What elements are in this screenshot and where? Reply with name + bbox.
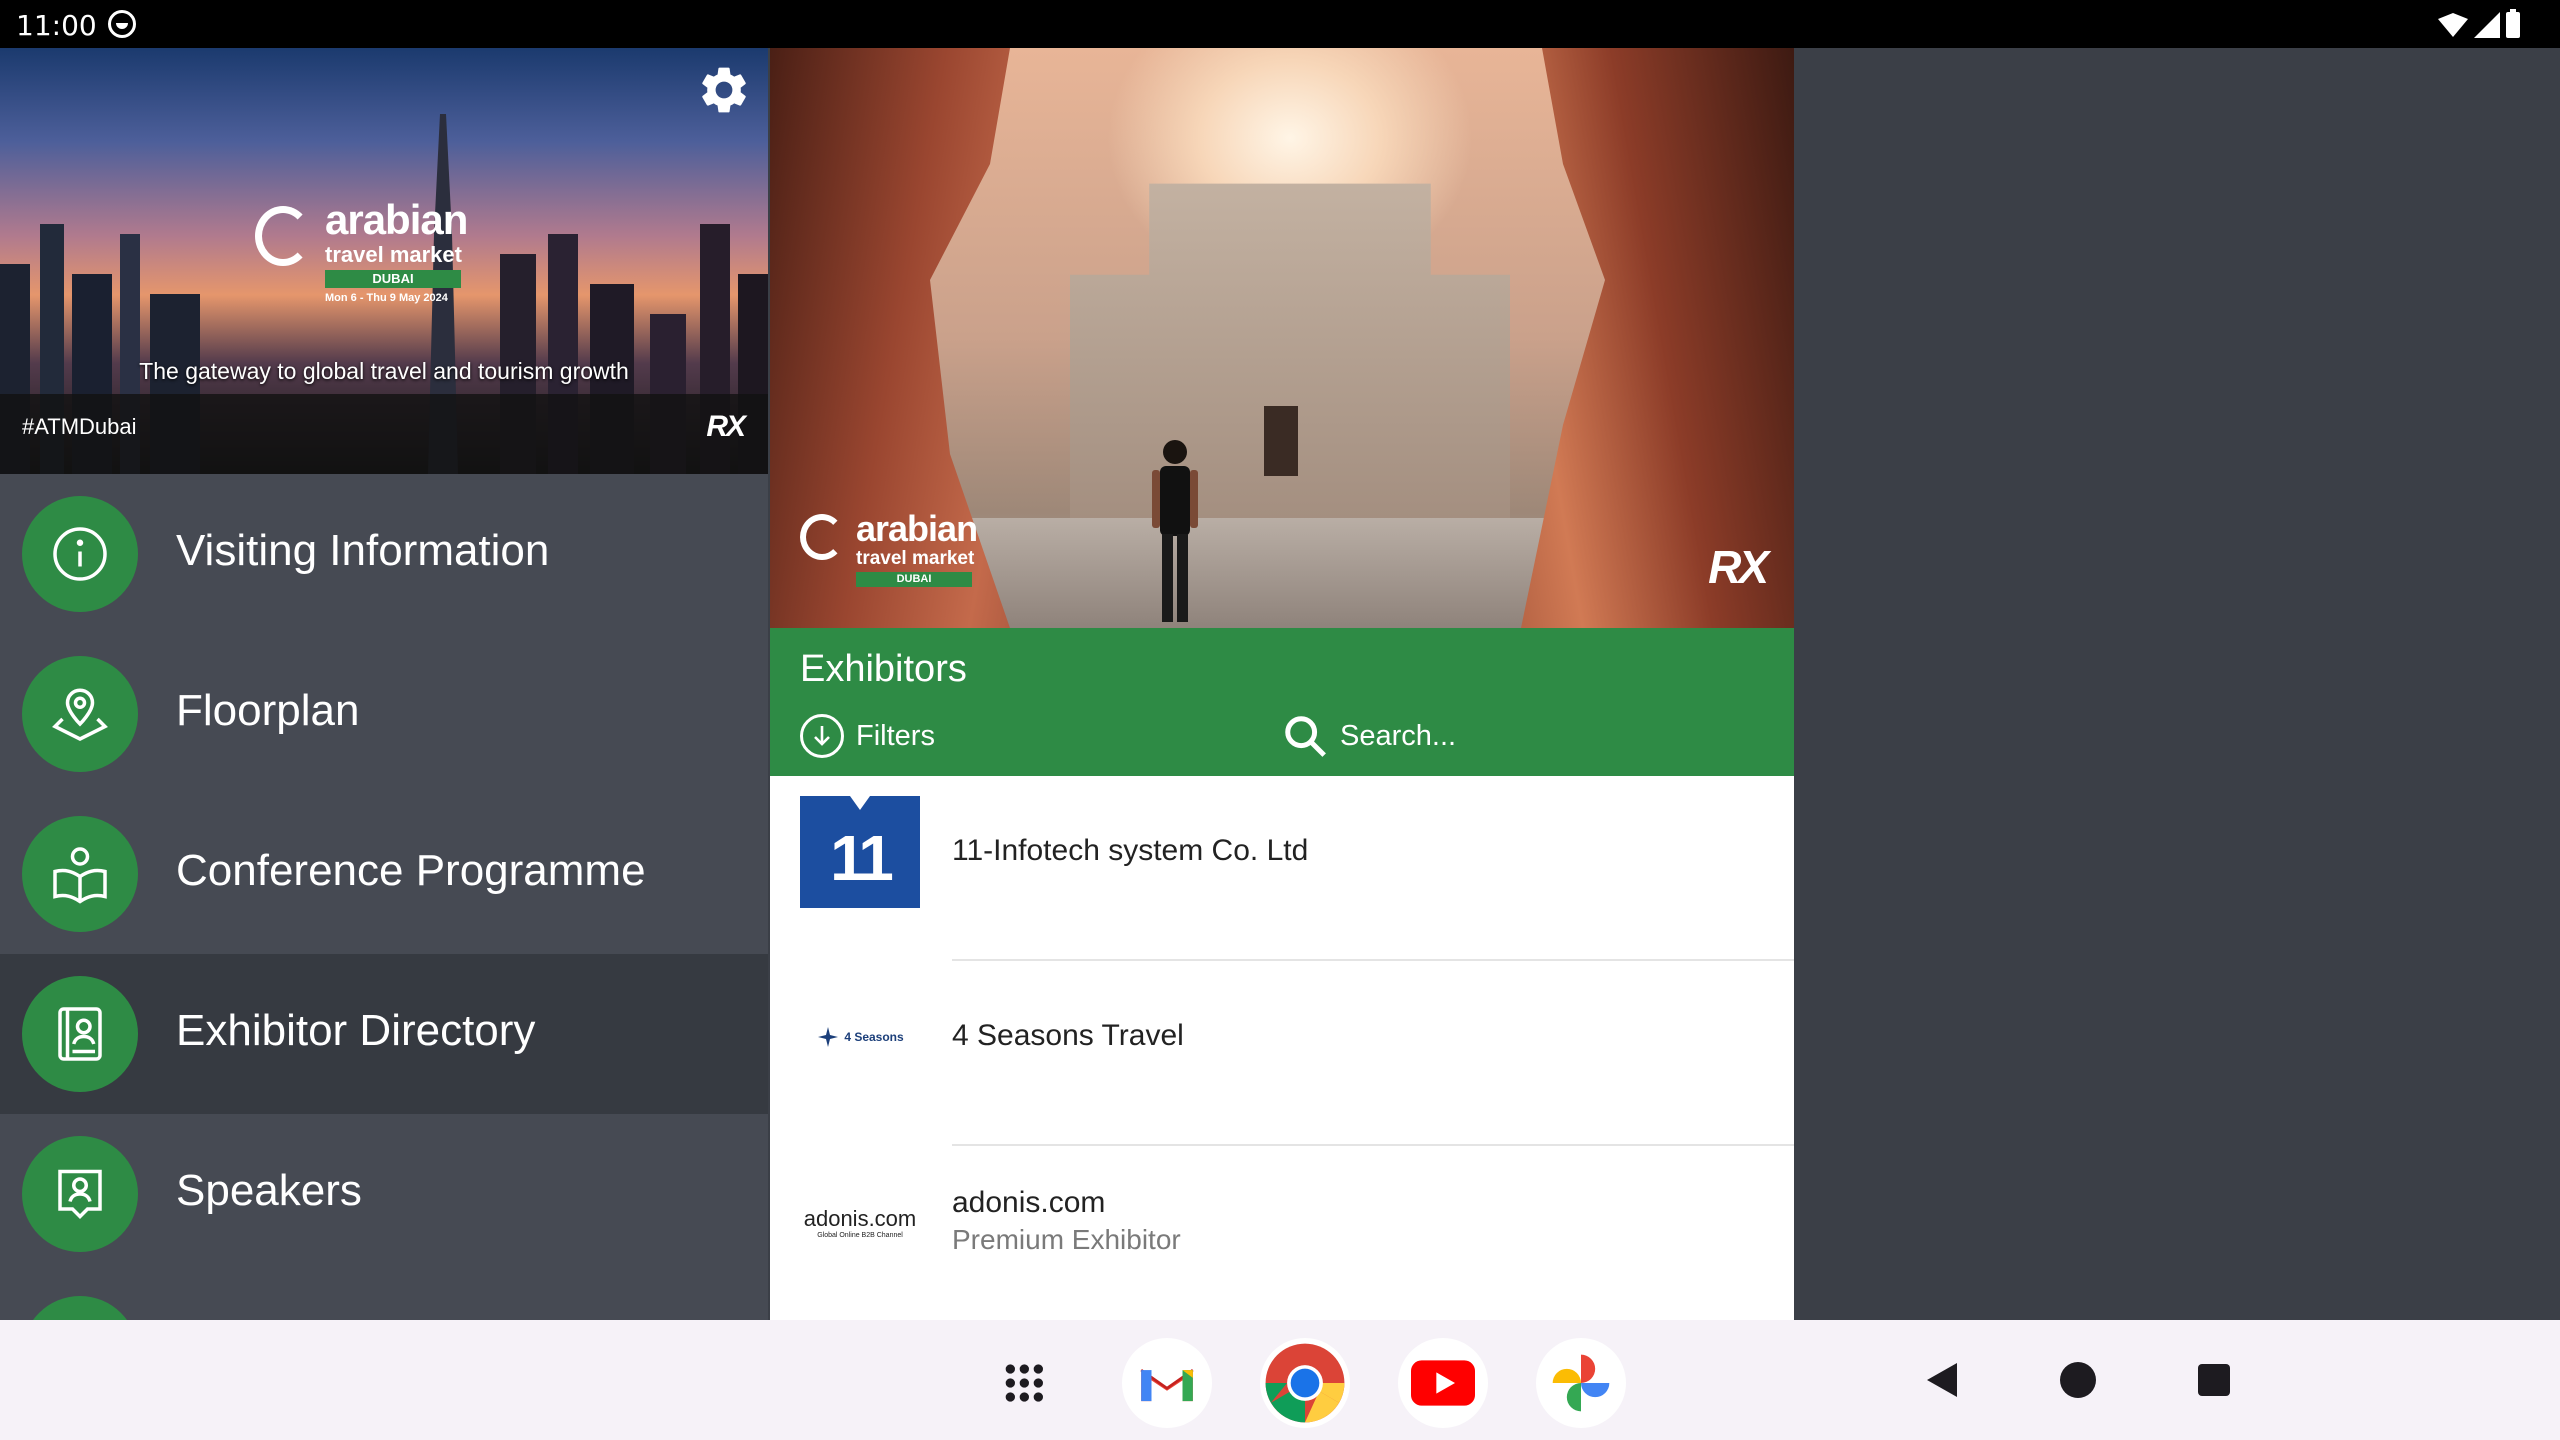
- atm-logo-subtitle: travel market: [856, 548, 975, 569]
- menu-item-label: Visiting Information: [176, 526, 550, 575]
- recents-button[interactable]: [2190, 1356, 2238, 1404]
- exhibitor-row[interactable]: 11 11-Infotech system Co. Ltd: [770, 776, 1794, 961]
- exhibitor-logo-text: 4 Seasons: [844, 1030, 904, 1044]
- menu-item-label: Speakers: [176, 1166, 362, 1215]
- navigation-drawer: arabian travel market DUBAI Mon 6 - Thu …: [0, 48, 768, 1320]
- menu-item-visiting-information[interactable]: Visiting Information: [0, 474, 768, 634]
- menu-item-icon: [22, 1296, 138, 1320]
- exhibitors-header: Exhibitors Filters Search...: [770, 628, 1794, 776]
- hero-tagline: The gateway to global travel and tourism…: [139, 358, 629, 384]
- hero-hashtag: #ATMDubai: [22, 414, 137, 439]
- status-bar: 11:00: [0, 0, 2560, 48]
- speaker-badge-icon: [22, 1136, 138, 1252]
- exhibitor-logo: 4 Seasons: [800, 981, 920, 1093]
- exhibitor-panel: arabian travel market DUBAI RX Exhibitor…: [770, 48, 1794, 1320]
- exhibitor-logo-text: adonis.com: [803, 1205, 917, 1231]
- exhibitor-logo: 11: [800, 796, 920, 908]
- atm-logo-mark: [800, 514, 844, 560]
- back-button[interactable]: [1918, 1356, 1966, 1404]
- exhibitor-logo: adonis.com Global Online B2B Channel: [800, 1166, 920, 1278]
- exhibitor-logo-subtext: Global Online B2B Channel: [817, 1231, 903, 1239]
- apps-icon[interactable]: [984, 1338, 1074, 1428]
- chrome-icon[interactable]: [1260, 1338, 1350, 1428]
- atm-logo-subtitle: travel market: [325, 242, 462, 267]
- home-button[interactable]: [2054, 1356, 2102, 1404]
- menu-item-speakers[interactable]: Speakers: [0, 1114, 768, 1274]
- settings-gear-icon[interactable]: [696, 62, 752, 118]
- recents-icon: [2198, 1364, 2230, 1396]
- contact-book-icon: [22, 976, 138, 1092]
- person-figure: [1152, 440, 1198, 622]
- atm-logo-dates: Mon 6 - Thu 9 May 2024: [325, 292, 448, 304]
- page-title: Exhibitors: [800, 648, 967, 690]
- taskbar-dock: [984, 1338, 1626, 1428]
- atm-logo-city: DUBAI: [325, 270, 461, 288]
- wifi-icon: [2438, 13, 2468, 37]
- exhibitor-row[interactable]: 4 Seasons 4 Seasons Travel: [770, 961, 1794, 1146]
- search-input[interactable]: Search...: [1282, 714, 1456, 758]
- nav-buttons: [1918, 1356, 2238, 1404]
- menu-item-label: Conference Programme: [176, 846, 646, 895]
- filters-label: Filters: [856, 719, 935, 752]
- info-icon: [22, 496, 138, 612]
- menu-item-more[interactable]: [0, 1274, 768, 1320]
- back-icon: [1927, 1363, 1957, 1397]
- signal-icon: [2474, 12, 2500, 38]
- menu-item-label: Floorplan: [176, 686, 360, 735]
- atm-logo-word: arabian: [856, 508, 978, 549]
- menu-item-conference-programme[interactable]: Conference Programme: [0, 794, 768, 954]
- arrow-down-circle-icon: [800, 714, 844, 758]
- status-indicators: [2438, 9, 2520, 40]
- system-navigation-bar: [0, 1320, 2560, 1440]
- menu-item-exhibitor-directory[interactable]: Exhibitor Directory: [0, 954, 768, 1114]
- exhibitor-name: adonis.com: [952, 1186, 1106, 1219]
- exhibitor-logo-text: 11: [830, 822, 894, 894]
- rx-logo: RX: [1708, 541, 1769, 593]
- status-time: 11:00: [16, 9, 97, 42]
- plane-icon: [818, 1027, 839, 1047]
- exhibitor-row[interactable]: adonis.com Global Online B2B Channel ado…: [770, 1146, 1794, 1320]
- photos-icon[interactable]: [1536, 1338, 1626, 1428]
- exhibitor-name: 11-Infotech system Co. Ltd: [952, 834, 1309, 867]
- exhibitor-tier: Premium Exhibitor: [952, 1224, 1181, 1255]
- notification-icon: [108, 10, 136, 38]
- atm-logo-mark: [255, 206, 311, 266]
- rx-logo: RX: [706, 410, 746, 443]
- temple-door: [1264, 406, 1298, 476]
- gmail-icon[interactable]: [1122, 1338, 1212, 1428]
- menu-item-floorplan[interactable]: Floorplan: [0, 634, 768, 794]
- search-icon: [1285, 716, 1326, 757]
- menu-item-label: Exhibitor Directory: [176, 1006, 536, 1055]
- drawer-hero-banner: arabian travel market DUBAI Mon 6 - Thu …: [0, 48, 768, 474]
- book-reader-icon: [22, 816, 138, 932]
- petra-banner-image: arabian travel market DUBAI RX: [770, 48, 1794, 628]
- filters-button[interactable]: Filters: [800, 714, 935, 758]
- youtube-icon[interactable]: [1398, 1338, 1488, 1428]
- search-placeholder: Search...: [1340, 719, 1457, 752]
- exhibitor-name: 4 Seasons Travel: [952, 1019, 1184, 1052]
- atm-logo-word: arabian: [325, 196, 468, 243]
- home-icon: [2060, 1362, 2096, 1398]
- map-pin-icon: [22, 656, 138, 772]
- atm-logo-city: DUBAI: [856, 572, 972, 587]
- battery-icon: [2506, 9, 2520, 38]
